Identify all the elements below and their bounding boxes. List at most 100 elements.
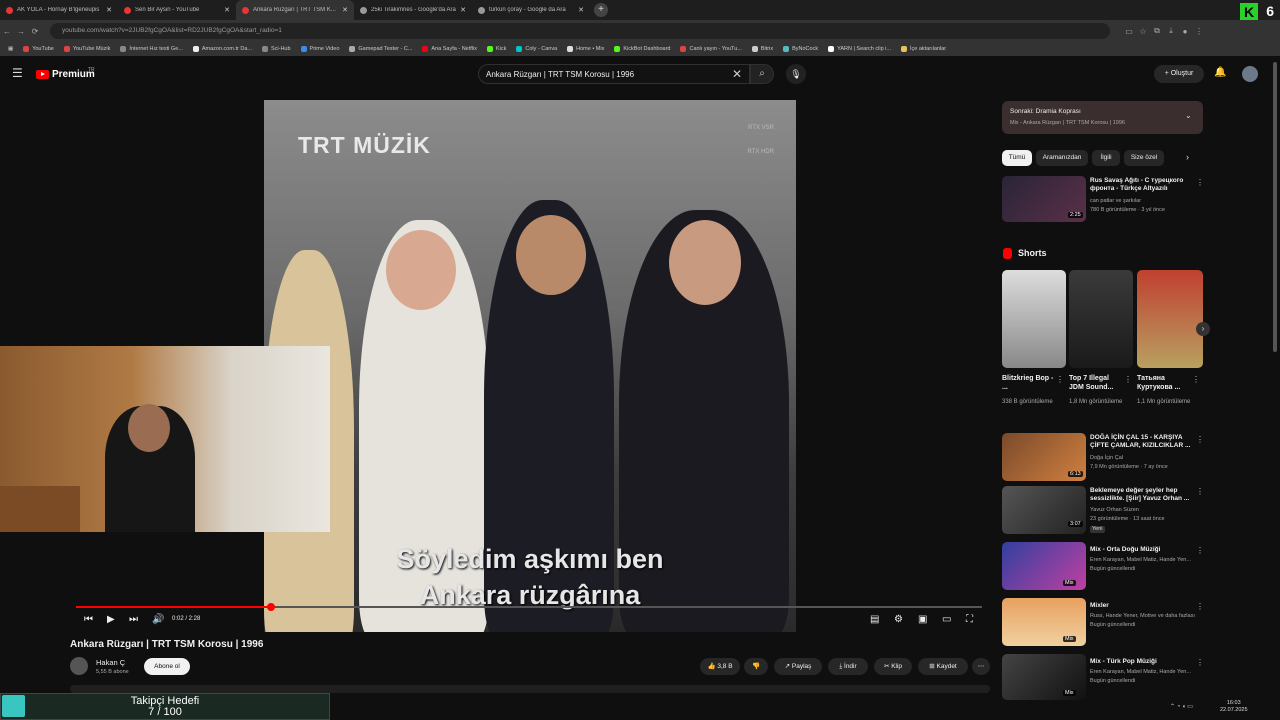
bookmark-star-icon[interactable]: ☆ (1136, 27, 1150, 36)
like-button[interactable]: 👍 3,8 B (700, 658, 740, 675)
clip-button[interactable]: ✂ Klip (874, 658, 912, 675)
miniplayer-icon[interactable]: ▣ (918, 614, 927, 625)
volume-icon[interactable]: 🔊 (152, 614, 164, 625)
video-title[interactable]: Mix - Orta Doğu Müziği (1090, 546, 1192, 554)
new-tab-button[interactable]: + (594, 3, 608, 17)
url-input[interactable]: youtube.com/watch?v=2JUB2fgCgOA&list=RD2… (50, 23, 1110, 39)
system-tray[interactable]: ⌃ ◔ ◖ ▭ (1170, 703, 1193, 710)
short-thumbnail[interactable] (1069, 270, 1133, 368)
share-button[interactable]: ↗ Paylaş (774, 658, 822, 675)
video-title[interactable]: Beklemeye değer şeyler hep sessizlikte. … (1090, 487, 1192, 503)
more-actions-button[interactable]: ⋯ (972, 658, 990, 675)
more-vertical-icon[interactable]: ⋮ (1196, 602, 1204, 611)
more-vertical-icon[interactable]: ⋮ (1124, 375, 1132, 384)
bookmark-item[interactable]: ByNoCock (783, 46, 818, 52)
more-vertical-icon[interactable]: ⋮ (1196, 658, 1204, 667)
bookmark-item[interactable]: Bitrix (751, 46, 773, 52)
theater-mode-icon[interactable]: ▭ (942, 614, 951, 625)
bookmark-item[interactable]: Sci-Hub (261, 46, 291, 52)
more-vertical-icon[interactable]: ⋮ (1196, 435, 1204, 444)
channel-name[interactable]: Hakan Ç (96, 658, 125, 667)
profile-icon[interactable]: ● (1178, 27, 1192, 36)
close-icon[interactable]: ✕ (106, 6, 112, 14)
bookmark-item[interactable]: YouTube (23, 46, 54, 52)
notifications-bell-icon[interactable]: 🔔 (1214, 67, 1226, 78)
previous-icon[interactable]: ⏮ (84, 614, 93, 625)
more-vertical-icon[interactable]: ⋮ (1192, 375, 1200, 384)
chip-all[interactable]: Tümü (1002, 150, 1032, 166)
bookmark-item[interactable]: Amazon.com.tr Da... (192, 46, 252, 52)
close-icon[interactable]: ✕ (460, 6, 466, 14)
video-player[interactable]: TRT MÜZİK RTX VSR RTX HDR Söyledim aşkım… (264, 100, 796, 632)
more-vertical-icon[interactable]: ⋮ (1196, 178, 1204, 187)
bookmark-folder[interactable]: İçe aktarılanlar (900, 46, 946, 52)
download-icon[interactable]: ⤓ (1164, 26, 1178, 36)
youtube-premium-logo[interactable]: Premium (36, 69, 95, 80)
video-title[interactable]: Rus Savaş Ağıtı - С турецкого фронта - T… (1090, 177, 1190, 193)
taskbar-clock[interactable]: 16:03 22.07.2025 (1220, 700, 1248, 714)
video-channel[interactable]: can patlar ve şarkılar (1090, 198, 1141, 205)
browser-tab[interactable]: 25ki Tirakimnes - Google'da Ara ✕ (354, 0, 472, 20)
voice-search-button[interactable]: 🎙 (786, 64, 806, 84)
close-icon[interactable]: ✕ (224, 6, 230, 14)
bookmark-item[interactable]: Home • Mix (567, 46, 604, 52)
page-scrollbar[interactable] (1273, 62, 1277, 352)
chip-related[interactable]: İlgili (1092, 150, 1120, 166)
cast-icon[interactable]: ▭ (1122, 27, 1136, 36)
video-title[interactable]: Mix - Türk Pop Müziği (1090, 658, 1192, 666)
settings-gear-icon[interactable]: ⚙ (894, 614, 903, 625)
description-box[interactable] (70, 685, 990, 693)
short-title[interactable]: Татьяна Куртукова ... (1137, 374, 1191, 392)
close-icon[interactable]: ✕ (342, 6, 348, 14)
hamburger-menu-icon[interactable]: ☰ (12, 66, 23, 80)
chevron-right-icon[interactable]: › (1186, 152, 1189, 162)
more-vertical-icon[interactable]: ⋮ (1056, 375, 1064, 384)
reload-icon[interactable]: ⟳ (28, 27, 42, 36)
browser-tab-active[interactable]: Ankara Rüzgarı | TRT TSM K... ✕ (236, 0, 354, 20)
chip-from-search[interactable]: Aramanızdan (1036, 150, 1088, 166)
fullscreen-icon[interactable]: ⛶ (966, 614, 973, 625)
next-icon[interactable]: ⏭ (129, 614, 138, 625)
clear-search-icon[interactable]: ✕ (732, 67, 742, 81)
save-button[interactable]: ⊞ Kaydet (918, 658, 968, 675)
account-avatar[interactable] (1242, 66, 1258, 82)
subscribe-button[interactable]: Abone ol (144, 658, 190, 675)
back-icon[interactable]: ← (0, 27, 14, 36)
bookmark-item[interactable]: YouTube Müzik (63, 46, 110, 52)
play-icon[interactable]: ▶ (107, 614, 115, 625)
channel-avatar[interactable] (70, 657, 88, 675)
search-button[interactable]: ⌕ (750, 64, 774, 84)
video-title[interactable]: Mixler (1090, 602, 1192, 610)
bookmark-item[interactable]: KickBot Dashboard (614, 46, 670, 52)
apps-icon[interactable]: ▦ (8, 46, 13, 52)
chevron-up-icon[interactable]: ⌃ (1170, 704, 1175, 710)
browser-menu-icon[interactable]: ⋮ (1192, 27, 1206, 36)
video-title[interactable]: DOĞA İÇİN ÇAL 15 - KARŞIYA ÇİFTE ÇAMLAR,… (1090, 434, 1192, 450)
short-thumbnail[interactable] (1137, 270, 1203, 368)
shorts-next-button[interactable]: › (1196, 322, 1210, 336)
short-title[interactable]: Top 7 Illegal JDM Sound... (1069, 374, 1125, 392)
forward-icon[interactable]: → (14, 27, 28, 36)
bookmark-item[interactable]: Ana Sayfa - Netflix (422, 46, 477, 52)
chevron-down-icon[interactable]: ⌄ (1185, 111, 1192, 120)
speaker-icon[interactable]: ◖ (1182, 704, 1186, 710)
extensions-icon[interactable]: ⧉ (1150, 26, 1164, 36)
chip-for-you[interactable]: Size özel (1124, 150, 1164, 166)
up-next-panel[interactable] (1002, 101, 1203, 134)
video-channel[interactable]: Yavuz Orhan Süzen (1090, 507, 1139, 514)
bookmark-item[interactable]: Gamepad Tester - C... (349, 46, 412, 52)
captions-icon[interactable]: ▤ (870, 614, 879, 625)
bookmark-item[interactable]: Canlı yayın - YouTu... (680, 46, 742, 52)
more-vertical-icon[interactable]: ⋮ (1196, 546, 1204, 555)
progress-scrubber[interactable] (266, 603, 275, 611)
bookmark-item[interactable]: Coly - Canva (516, 46, 557, 52)
bookmark-item[interactable]: İnternet Hız testi Ge... (120, 46, 183, 52)
bookmark-item[interactable]: Prime Video (300, 46, 339, 52)
create-button[interactable]: + Oluştur (1154, 65, 1204, 83)
short-title[interactable]: Blitzkrieg Bop - ... (1002, 374, 1054, 392)
bookmark-item[interactable]: YARN | Search clip i... (828, 46, 891, 52)
video-channel[interactable]: Doğa İçin Çal (1090, 455, 1123, 462)
browser-tab[interactable]: AK YOLA - Hornay B'lgeneupis ✕ (0, 0, 118, 20)
dislike-button[interactable]: 👎 (744, 658, 768, 675)
more-vertical-icon[interactable]: ⋮ (1196, 487, 1204, 496)
